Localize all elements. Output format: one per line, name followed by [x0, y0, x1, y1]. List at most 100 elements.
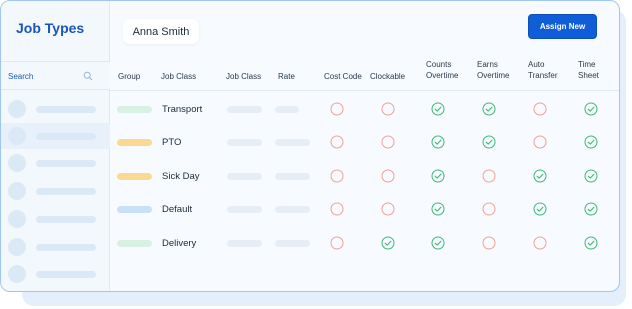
job-class-placeholder: [227, 106, 262, 113]
column-header-counts-overtime: Counts Overtime: [426, 59, 458, 81]
empty-circle-icon[interactable]: [381, 202, 395, 216]
sidebar-item[interactable]: [1, 234, 110, 260]
group-color-pill: [117, 240, 152, 247]
avatar-placeholder: [8, 154, 26, 172]
check-circle-icon[interactable]: [584, 135, 598, 149]
avatar-placeholder: [8, 100, 26, 118]
label-placeholder: [36, 160, 96, 167]
column-header-earns-overtime: Earns Overtime: [477, 59, 509, 81]
check-circle-icon[interactable]: [431, 202, 445, 216]
label-placeholder: [36, 244, 96, 251]
check-circle-icon[interactable]: [431, 135, 445, 149]
job-class-placeholder: [227, 173, 262, 180]
search-field[interactable]: Search: [1, 61, 110, 90]
check-circle-icon[interactable]: [431, 169, 445, 183]
check-circle-icon[interactable]: [584, 202, 598, 216]
empty-circle-icon[interactable]: [482, 236, 496, 250]
label-placeholder: [36, 216, 96, 223]
sidebar-title: Job Types: [16, 20, 85, 36]
empty-circle-icon[interactable]: [381, 102, 395, 116]
avatar-placeholder: [8, 182, 26, 200]
column-header-group: Group: [118, 72, 141, 81]
check-circle-icon[interactable]: [381, 236, 395, 250]
column-header-rate: Rate: [278, 72, 295, 81]
sidebar-item[interactable]: [1, 261, 110, 287]
empty-circle-icon[interactable]: [533, 102, 547, 116]
header-line-2: Transfer: [528, 71, 558, 80]
column-header-cost-code: Cost Code: [324, 72, 362, 81]
empty-circle-icon[interactable]: [533, 236, 547, 250]
job-type-name: PTO: [162, 137, 182, 148]
empty-circle-icon[interactable]: [533, 135, 547, 149]
job-class-placeholder: [227, 206, 262, 213]
column-header-job-class: Job Class: [161, 72, 197, 81]
job-types-panel: Job Types Search Anna Smith Assign New G…: [0, 0, 620, 292]
table-row[interactable]: PTO: [110, 126, 619, 159]
empty-circle-icon[interactable]: [330, 102, 344, 116]
header-divider: [110, 90, 619, 91]
search-icon[interactable]: [83, 71, 93, 81]
label-placeholder: [36, 271, 96, 278]
table-row[interactable]: Sick Day: [110, 160, 619, 193]
label-placeholder: [36, 106, 96, 113]
job-type-name: Sick Day: [162, 171, 200, 182]
assign-new-button[interactable]: Assign New: [528, 14, 597, 39]
avatar-placeholder: [8, 265, 26, 283]
rate-placeholder: [275, 240, 310, 247]
empty-circle-icon[interactable]: [330, 135, 344, 149]
sidebar-item[interactable]: [1, 178, 110, 204]
column-header-clockable: Clockable: [370, 72, 406, 81]
group-color-pill: [117, 206, 152, 213]
rate-placeholder: [275, 206, 310, 213]
check-circle-icon[interactable]: [482, 102, 496, 116]
label-placeholder: [36, 188, 96, 195]
check-circle-icon[interactable]: [431, 236, 445, 250]
rate-placeholder: [275, 106, 299, 113]
column-header-job-class-2: Job Class: [226, 72, 262, 81]
empty-circle-icon[interactable]: [482, 202, 496, 216]
table-row[interactable]: Transport: [110, 93, 619, 126]
empty-circle-icon[interactable]: [381, 169, 395, 183]
job-type-name: Transport: [162, 104, 203, 115]
header-line-1: Counts: [426, 60, 452, 69]
job-type-name: Delivery: [162, 238, 197, 249]
header-line-2: Overtime: [477, 71, 510, 80]
header-line-2: Sheet: [578, 71, 599, 80]
sidebar: Job Types Search: [1, 1, 110, 291]
header-line-2: Overtime: [426, 71, 459, 80]
sidebar-item[interactable]: [1, 123, 110, 149]
empty-circle-icon[interactable]: [482, 169, 496, 183]
group-color-pill: [117, 173, 152, 180]
job-type-name: Default: [162, 204, 193, 215]
selected-user-chip[interactable]: Anna Smith: [123, 19, 199, 44]
table-row[interactable]: Default: [110, 193, 619, 226]
sidebar-item[interactable]: [1, 206, 110, 232]
check-circle-icon[interactable]: [431, 102, 445, 116]
check-circle-icon[interactable]: [584, 102, 598, 116]
check-circle-icon[interactable]: [482, 135, 496, 149]
rate-placeholder: [275, 139, 310, 146]
check-circle-icon[interactable]: [533, 202, 547, 216]
sidebar-item[interactable]: [1, 96, 110, 122]
job-class-placeholder: [227, 139, 262, 146]
empty-circle-icon[interactable]: [330, 169, 344, 183]
empty-circle-icon[interactable]: [330, 202, 344, 216]
header-line-1: Auto: [528, 60, 545, 69]
avatar-placeholder: [8, 127, 26, 145]
group-color-pill: [117, 106, 152, 113]
empty-circle-icon[interactable]: [330, 236, 344, 250]
sidebar-item[interactable]: [1, 150, 110, 176]
check-circle-icon[interactable]: [584, 236, 598, 250]
avatar-placeholder: [8, 210, 26, 228]
header-line-1: Earns: [477, 60, 498, 69]
avatar-placeholder: [8, 238, 26, 256]
header-line-1: Time: [578, 60, 596, 69]
check-circle-icon[interactable]: [584, 169, 598, 183]
group-color-pill: [117, 139, 152, 146]
search-label: Search: [8, 72, 34, 81]
rate-placeholder: [275, 173, 310, 180]
empty-circle-icon[interactable]: [381, 135, 395, 149]
table-row[interactable]: Delivery: [110, 227, 619, 260]
check-circle-icon[interactable]: [533, 169, 547, 183]
column-header-time-sheet: Time Sheet: [578, 59, 599, 81]
